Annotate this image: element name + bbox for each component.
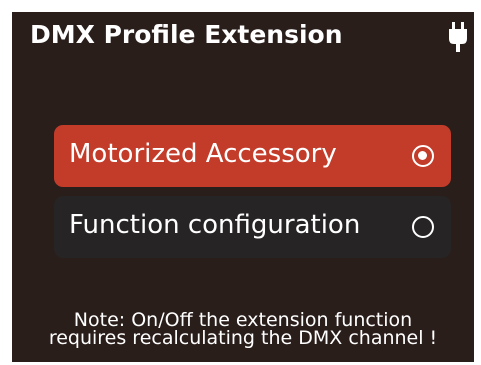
power-plug-icon [449,22,467,52]
option-motorized-accessory[interactable]: Motorized Accessory [54,125,451,187]
radio-selected-icon[interactable] [412,145,434,167]
option-label: Function configuration [69,210,361,240]
note-text: Note: On/Off the extension function requ… [12,311,474,349]
radio-unselected-icon[interactable] [412,216,434,238]
note-line-2: requires recalculating the DMX channel ! [48,327,438,349]
option-label: Motorized Accessory [69,139,337,169]
radio-dot [418,151,427,160]
option-function-configuration[interactable]: Function configuration [54,196,451,258]
page-title: DMX Profile Extension [30,20,343,49]
device-screen: DMX Profile Extension Motorized Accessor… [12,12,474,362]
